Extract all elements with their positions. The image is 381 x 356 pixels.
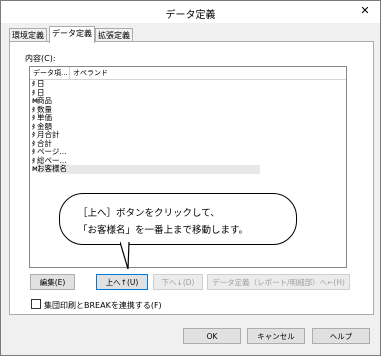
- list-item-selected[interactable]: Mお客様名: [30, 164, 346, 174]
- window-title: データ定義: [165, 10, 216, 21]
- close-button[interactable]: ✕: [354, 3, 376, 19]
- column-header-data-item[interactable]: データ項...: [30, 67, 70, 79]
- tab-data-definition[interactable]: データ定義: [49, 26, 95, 43]
- list-item-label: お客様名: [37, 164, 67, 173]
- list-item[interactable]: M商品: [30, 96, 346, 106]
- instruction-callout: ［上へ］ボタンをクリックして、 「お客様名」を一番上まで移動します。: [59, 193, 297, 245]
- data-definition-report-button[interactable]: データ定義（レポート/明細部）へ←(H): [207, 274, 350, 290]
- callout-pointer: [120, 241, 130, 270]
- list-item[interactable]: ﾀ総ペー...: [30, 156, 346, 166]
- move-up-button[interactable]: 上へ↑(U): [96, 274, 148, 290]
- column-header-operand[interactable]: オペランド: [70, 67, 108, 79]
- callout-text-line1: ［上へ］ボタンをクリックして、: [78, 208, 220, 219]
- group-print-break-label: 集団印刷とBREAKを連携する(F): [44, 301, 162, 310]
- tab-environment-definition[interactable]: 環境定義: [9, 28, 47, 42]
- cancel-button[interactable]: キャンセル: [247, 328, 305, 344]
- group-print-break-option[interactable]: 集団印刷とBREAKを連携する(F): [31, 299, 162, 311]
- data-definition-dialog: データ定義 ✕ 環境定義 データ定義 拡張定義 内容(C): データ項... オ…: [0, 0, 381, 356]
- move-down-button[interactable]: 下へ↓(D): [153, 274, 203, 290]
- ok-button[interactable]: OK: [183, 328, 241, 344]
- list-item[interactable]: ﾀページ...: [30, 147, 346, 157]
- selection-highlight: [60, 165, 260, 174]
- content-label: 内容(C):: [25, 54, 56, 63]
- tab-extended-definition[interactable]: 拡張定義: [95, 28, 133, 42]
- list-item[interactable]: ﾀ合計: [30, 139, 346, 149]
- title-bar: データ定義 ✕: [1, 1, 380, 23]
- group-print-break-checkbox[interactable]: [31, 299, 41, 309]
- list-item[interactable]: ﾀ数量: [30, 105, 346, 115]
- callout-text-line2: 「お客様名」を一番上まで移動します。: [78, 225, 249, 236]
- list-item[interactable]: ﾀ日: [30, 79, 346, 89]
- list-header: データ項... オペランド: [30, 67, 346, 80]
- list-item[interactable]: ﾀ金額: [30, 122, 346, 132]
- list-item[interactable]: ﾀ単価: [30, 113, 346, 123]
- help-button[interactable]: ヘルプ: [312, 328, 370, 344]
- list-item[interactable]: ﾀ日: [30, 88, 346, 98]
- edit-button[interactable]: 編集(E): [30, 274, 75, 290]
- list-item[interactable]: ﾀ月合計: [30, 130, 346, 140]
